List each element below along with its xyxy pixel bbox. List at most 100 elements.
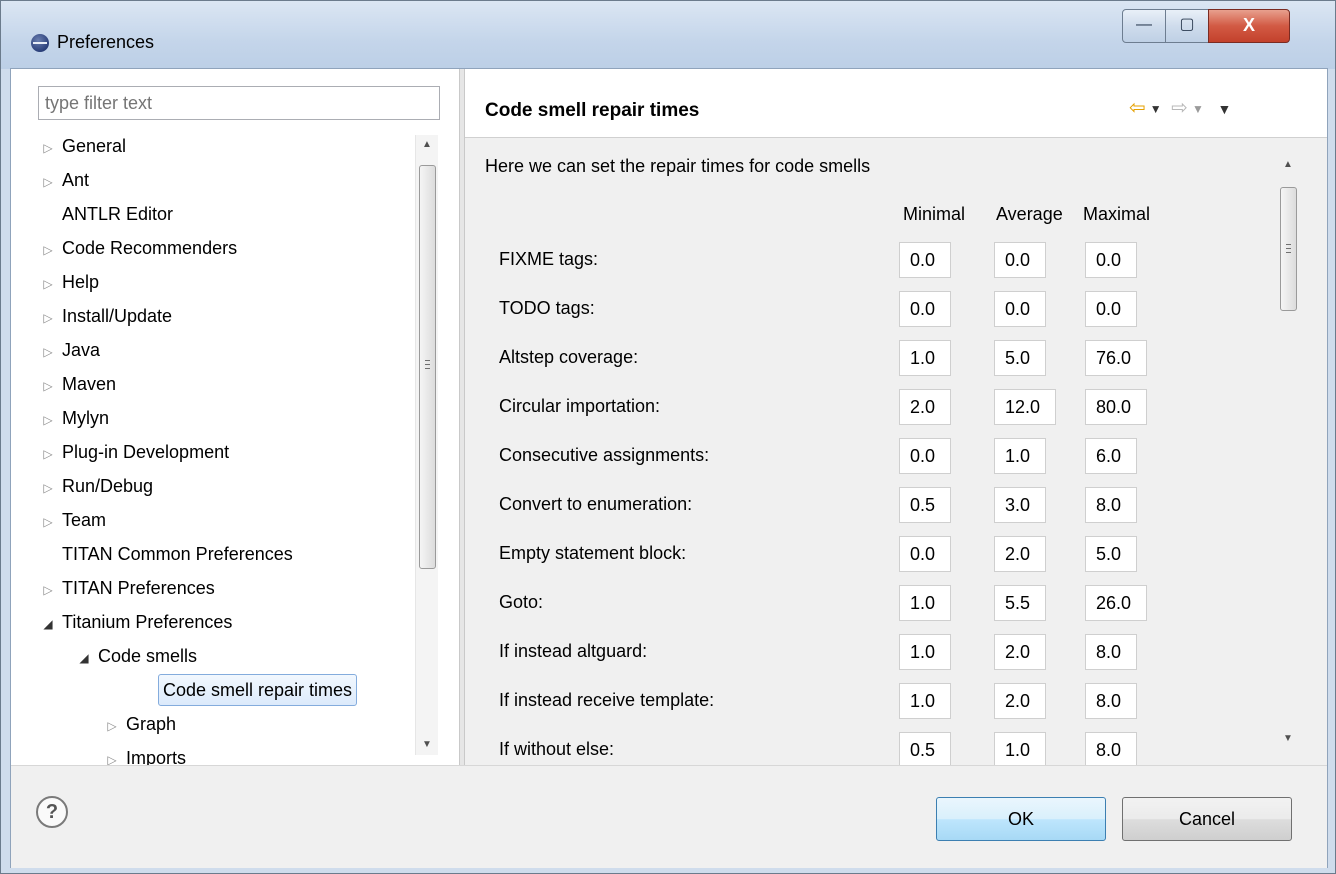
filter-input[interactable] [38, 86, 440, 120]
tree-item-titan-preferences[interactable]: ▷ TITAN Preferences [38, 571, 219, 605]
eclipse-icon [31, 34, 49, 52]
tree-item-titan-common-preferences[interactable]: TITAN Common Preferences [38, 537, 297, 571]
avg-field[interactable] [994, 732, 1046, 765]
tree-item-code-recommenders[interactable]: ▷ Code Recommenders [38, 231, 241, 265]
tree-item-mylyn[interactable]: ▷ Mylyn [38, 401, 113, 435]
tree-item-java[interactable]: ▷ Java [38, 333, 104, 367]
tree-item-titanium-preferences[interactable]: ◢ Titanium Preferences [38, 605, 236, 639]
ok-button[interactable]: OK [936, 797, 1106, 841]
page-scrollbar[interactable]: ▲ ▼ [1277, 151, 1299, 753]
tree-item-help[interactable]: ▷ Help [38, 265, 103, 299]
back-icon[interactable]: ⇦ [1129, 97, 1146, 119]
avg-field[interactable] [994, 438, 1046, 474]
minimize-button[interactable]: — [1122, 9, 1166, 43]
min-field[interactable] [899, 732, 951, 765]
maximize-button[interactable]: ▢ [1165, 9, 1209, 43]
min-field[interactable] [899, 634, 951, 670]
max-field[interactable] [1085, 585, 1147, 621]
scroll-thumb[interactable] [1280, 187, 1297, 311]
min-field[interactable] [899, 242, 951, 278]
avg-field[interactable] [994, 585, 1046, 621]
min-field[interactable] [899, 487, 951, 523]
expand-arrow-icon[interactable]: ▷ [102, 743, 122, 765]
tree-item-antlr-editor[interactable]: ANTLR Editor [38, 197, 177, 231]
max-field[interactable] [1085, 438, 1137, 474]
avg-field[interactable] [994, 683, 1046, 719]
expand-arrow-icon[interactable]: ▷ [38, 335, 58, 369]
max-field[interactable] [1085, 291, 1137, 327]
row-label: Circular importation: [499, 396, 661, 416]
min-field[interactable] [899, 291, 951, 327]
scroll-up-icon[interactable]: ▲ [416, 135, 438, 155]
expand-arrow-icon[interactable]: ▷ [38, 233, 58, 267]
column-average: Average [996, 204, 1063, 224]
tree-item-general[interactable]: ▷ General [38, 129, 130, 163]
expand-arrow-icon[interactable]: ▷ [38, 165, 58, 199]
button-bar: ? OK Cancel [11, 765, 1327, 868]
tree-item-run-debug[interactable]: ▷ Run/Debug [38, 469, 157, 503]
avg-field[interactable] [994, 487, 1046, 523]
back-dropdown-icon[interactable]: ▼ [1150, 102, 1162, 116]
tree-item-install-update[interactable]: ▷ Install/Update [38, 299, 176, 333]
expand-arrow-icon[interactable]: ▷ [38, 403, 58, 437]
max-field[interactable] [1085, 536, 1137, 572]
cancel-button[interactable]: Cancel [1122, 797, 1292, 841]
min-field[interactable] [899, 389, 951, 425]
min-field[interactable] [899, 438, 951, 474]
tree-item-graph[interactable]: ▷ Graph [102, 707, 180, 741]
expand-arrow-icon[interactable]: ▷ [38, 505, 58, 539]
expand-arrow-icon[interactable]: ▷ [38, 471, 58, 505]
tree-item-code-smell-repair-times[interactable]: Code smell repair times [138, 673, 358, 707]
expand-arrow-icon[interactable]: ▷ [38, 573, 58, 607]
avg-field[interactable] [994, 291, 1046, 327]
min-field[interactable] [899, 683, 951, 719]
avg-field[interactable] [994, 389, 1056, 425]
tree-item-maven[interactable]: ▷ Maven [38, 367, 120, 401]
title-bar[interactable]: Preferences — ▢ X [1, 1, 1335, 69]
expand-arrow-icon[interactable]: ▷ [102, 709, 122, 743]
avg-field[interactable] [994, 340, 1046, 376]
scroll-down-icon[interactable]: ▼ [416, 735, 438, 755]
scroll-down-icon[interactable]: ▼ [1277, 729, 1299, 749]
close-button[interactable]: X [1208, 9, 1290, 43]
view-menu-icon[interactable]: ▼ [1217, 101, 1231, 117]
expand-arrow-icon[interactable]: ▷ [38, 369, 58, 403]
min-field[interactable] [899, 536, 951, 572]
dialog-body: ▷General ▷Ant ANTLR Editor ▷Code Recomme… [10, 68, 1328, 868]
row-label: Empty statement block: [499, 543, 687, 563]
tree-item-ant[interactable]: ▷ Ant [38, 163, 93, 197]
scroll-thumb[interactable] [419, 165, 436, 569]
preferences-window: Preferences — ▢ X ▷General ▷Ant ANTLR Ed… [0, 0, 1336, 874]
collapse-arrow-icon[interactable]: ◢ [74, 641, 94, 675]
expand-arrow-icon[interactable]: ▷ [38, 267, 58, 301]
scroll-up-icon[interactable]: ▲ [1277, 155, 1299, 175]
max-field[interactable] [1085, 634, 1137, 670]
collapse-arrow-icon[interactable]: ◢ [38, 607, 58, 641]
max-field[interactable] [1085, 683, 1137, 719]
help-icon[interactable]: ? [36, 796, 68, 828]
max-field[interactable] [1085, 340, 1147, 376]
min-field[interactable] [899, 340, 951, 376]
avg-field[interactable] [994, 242, 1046, 278]
tree-item-plugin-development[interactable]: ▷ Plug-in Development [38, 435, 233, 469]
max-field[interactable] [1085, 732, 1137, 765]
avg-field[interactable] [994, 634, 1046, 670]
tree-item-code-smells[interactable]: ◢ Code smells [74, 639, 201, 673]
tree-item-team[interactable]: ▷ Team [38, 503, 110, 537]
forward-icon[interactable]: ⇨ [1171, 97, 1188, 119]
tree-item-imports[interactable]: ▷ Imports [102, 741, 190, 765]
avg-field[interactable] [994, 536, 1046, 572]
expand-arrow-icon[interactable]: ▷ [38, 301, 58, 335]
window-title: Preferences [57, 32, 155, 52]
max-field[interactable] [1085, 389, 1147, 425]
page-header: Code smell repair times ⇦ ▼ ⇨ ▼ ▼ [465, 69, 1327, 138]
max-field[interactable] [1085, 487, 1137, 523]
forward-dropdown-icon[interactable]: ▼ [1192, 102, 1204, 116]
tree-scrollbar[interactable]: ▲ ▼ [415, 135, 438, 755]
column-maximal: Maximal [1083, 204, 1151, 224]
row-label: FIXME tags: [499, 249, 599, 269]
max-field[interactable] [1085, 242, 1137, 278]
min-field[interactable] [899, 585, 951, 621]
expand-arrow-icon[interactable]: ▷ [38, 131, 58, 165]
expand-arrow-icon[interactable]: ▷ [38, 437, 58, 471]
